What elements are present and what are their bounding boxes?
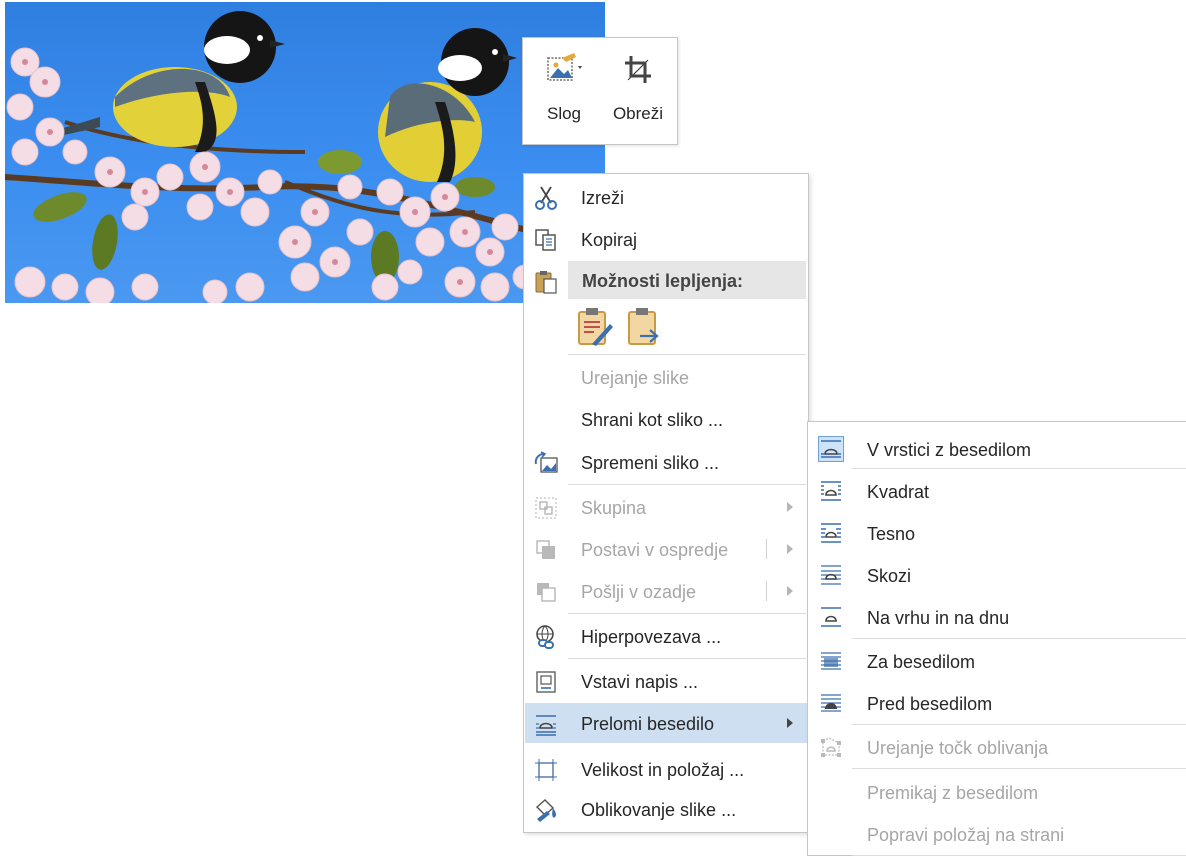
menu-item-label: Oblikovanje slike ... [581,800,737,820]
menu-separator [852,468,1186,469]
menu-item-size-position[interactable]: Velikost in položaj ... [525,749,807,789]
menu-item-hyperlink[interactable]: Hiperpovezava ... [525,616,807,656]
menu-item-label: Kopiraj [581,230,638,250]
menu-item-label: Postavi v ospredje [581,540,729,560]
wrap-option-through[interactable]: Skozi [809,554,1186,594]
paste-options-header: Možnosti lepljenja: [568,261,806,299]
menu-item-label: Urejanje slike [581,368,690,388]
copy-icon [533,227,559,253]
menu-item-group[interactable]: Skupina [525,487,807,527]
submenu-arrow-icon [787,544,793,554]
wrap-behind-icon [819,649,843,673]
wrap-through-icon [819,563,843,587]
menu-separator [852,724,1186,725]
wrap-option-label: Na vrhu in na dnu [867,608,1010,628]
wrap-option-label: Popravi položaj na strani [867,825,1065,845]
selected-picture[interactable] [5,2,605,303]
style-button[interactable]: Slog [527,38,601,144]
wrap-option-label: Za besedilom [867,652,976,672]
wrap-option-tight[interactable]: Tesno [809,512,1186,552]
wrap-text-submenu: V vrstici z besedilom Kvadrat Tesno Skoz… [807,421,1186,856]
paste-icon [533,269,559,295]
menu-separator [568,658,806,659]
scissors-icon [533,185,559,211]
menu-item-cut[interactable]: Izreži [525,177,807,217]
menu-separator [568,354,806,355]
menu-item-insert-caption[interactable]: Vstavi napis ... [525,661,807,701]
wrap-option-label: Pred besedilom [867,694,993,714]
group-icon [533,495,559,521]
menu-separator [568,613,806,614]
menu-item-label: Vstavi napis ... [581,672,699,692]
edit-wrap-points-icon [819,735,843,759]
wrap-option-edit-wrap-points[interactable]: Urejanje točk oblivanja [809,726,1186,766]
wrap-option-label: Premikaj z besedilom [867,783,1039,803]
size-position-icon [533,757,559,783]
send-backward-icon [533,579,559,605]
wrap-in-front-icon [819,691,843,715]
submenu-arrow-icon [787,502,793,512]
menu-item-copy[interactable]: Kopiraj [525,219,807,259]
wrap-text-icon [533,711,559,737]
paste-picture-button[interactable] [626,306,664,348]
menu-item-bring-to-front[interactable]: Postavi v ospredje [525,529,807,569]
wrap-option-move-with-text[interactable]: Premikaj z besedilom [809,771,1186,811]
menu-item-label: Hiperpovezava ... [581,627,722,647]
birds-picture [5,11,605,303]
menu-item-wrap-text[interactable]: Prelomi besedilo [525,703,807,743]
mini-toolbar: Slog Obreži [522,37,678,145]
wrap-option-label: V vrstici z besedilom [867,440,1032,460]
submenu-arrow-icon [787,586,793,596]
menu-item-change-picture[interactable]: Spremeni sliko ... [525,442,807,482]
insert-caption-icon [533,669,559,695]
bring-forward-icon [533,537,559,563]
wrap-option-fix-position[interactable]: Popravi položaj na strani [809,813,1186,853]
menu-item-edit-picture[interactable]: Urejanje slike [525,357,807,397]
menu-item-format-picture[interactable]: Oblikovanje slike ... [525,789,807,829]
split-divider [766,581,767,601]
menu-item-label: Skupina [581,498,647,518]
wrap-option-top-bottom[interactable]: Na vrhu in na dnu [809,596,1186,636]
menu-separator [852,638,1186,639]
wrap-in-line-icon [818,436,844,462]
wrap-square-icon [819,479,843,503]
menu-item-label: Shrani kot sliko ... [581,410,724,430]
wrap-option-label: Urejanje točk oblivanja [867,738,1049,758]
menu-item-label: Prelomi besedilo [581,714,715,734]
paste-options-label: Možnosti lepljenja: [582,271,744,291]
menu-item-save-as-picture[interactable]: Shrani kot sliko ... [525,399,807,439]
wrap-option-label: Skozi [867,566,912,586]
menu-item-label: Pošlji v ozadje [581,582,697,602]
menu-separator [852,768,1186,769]
paste-keep-source-formatting-button[interactable] [576,306,614,348]
wrap-option-in-line[interactable]: V vrstici z besedilom [809,428,1186,468]
wrap-option-label: Tesno [867,524,916,544]
wrap-option-square[interactable]: Kvadrat [809,470,1186,510]
paste-text-only-icon [626,308,664,352]
menu-item-send-to-back[interactable]: Pošlji v ozadje [525,571,807,611]
change-picture-icon [533,450,559,476]
menu-item-label: Velikost in položaj ... [581,760,745,780]
style-button-label: Slog [546,104,582,123]
wrap-option-behind-text[interactable]: Za besedilom [809,640,1186,680]
crop-button-label: Obreži [612,104,664,123]
hyperlink-icon [533,624,559,650]
menu-item-label: Izreži [581,188,625,208]
crop-button[interactable]: Obreži [601,38,675,144]
submenu-arrow-icon [787,718,793,728]
menu-item-label: Spremeni sliko ... [581,453,720,473]
split-divider [766,539,767,559]
wrap-option-label: Kvadrat [867,482,930,502]
wrap-tight-icon [819,521,843,545]
crop-icon [620,52,656,93]
paste-keep-formatting-icon [576,308,614,352]
wrap-option-in-front-of-text[interactable]: Pred besedilom [809,682,1186,722]
picture-style-icon [544,52,584,93]
menu-separator [568,484,806,485]
wrap-top-bottom-icon [819,605,843,629]
format-picture-icon [533,797,559,823]
context-menu: Izreži Kopiraj Možnosti lepljenja: Ureja… [523,173,809,833]
